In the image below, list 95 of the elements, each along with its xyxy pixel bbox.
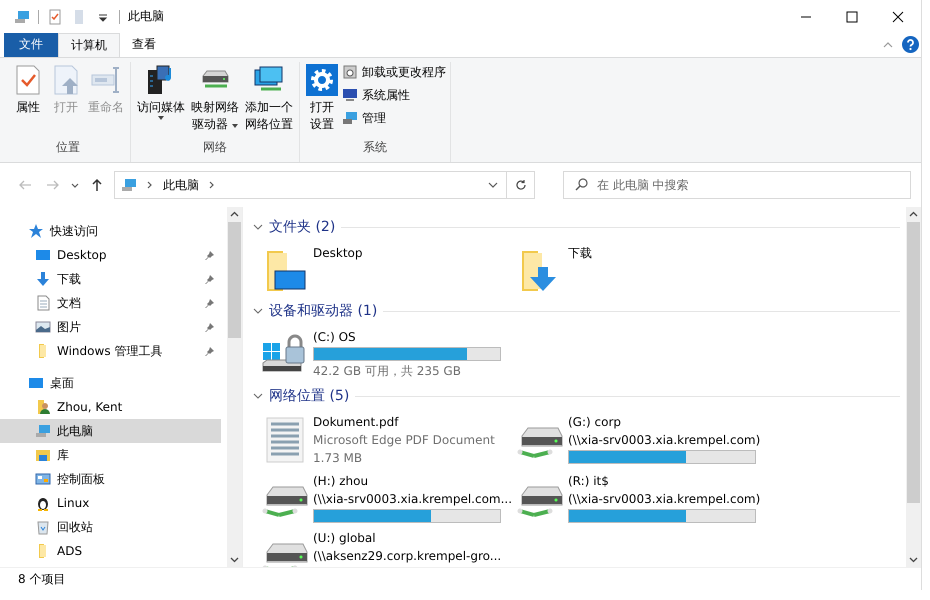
drive-path: (\\xia-srv0003.xia.krempel.com... (313, 491, 512, 508)
drive-name: (G:) corp (568, 414, 622, 432)
item-tile[interactable]: (H:) zhou (\\xia-srv0003.xia.krempel.com... (261, 471, 516, 524)
ribbon-command-button[interactable]: 添加一个 网络位置 (243, 62, 295, 135)
up-arrow-icon[interactable] (90, 178, 104, 192)
address-bar[interactable]: 此电脑 (114, 171, 507, 200)
computer-icon (121, 177, 137, 194)
nav-pane-item[interactable]: 控制面板 (0, 467, 221, 492)
item-tile[interactable]: Dokument.pdf Microsoft Edge PDF Document 1.73 MB (261, 412, 516, 468)
ribbon-tab[interactable]: 查看 (120, 33, 168, 57)
collapse-chevron-icon[interactable] (253, 391, 263, 402)
drive-free-space: 42.2 GB 可用，共 235 GB (313, 363, 462, 380)
ribbon-command-button[interactable]: 属性 (10, 62, 46, 135)
ribbon-command-button[interactable]: 访问媒体 (135, 62, 187, 135)
computer-icon (35, 423, 51, 440)
control-panel-icon (35, 471, 51, 488)
search-field[interactable]: 在 此电脑 中搜索 (563, 171, 911, 200)
checkmark-page-icon[interactable] (47, 8, 63, 24)
file-name: Dokument.pdf (313, 414, 400, 432)
folder-name: Desktop (313, 245, 362, 262)
documents-icon (35, 295, 51, 312)
user-icon (35, 399, 51, 416)
item-tile[interactable]: (U:) global (\\aksenz29.corp.krempel-gro... (261, 528, 516, 568)
section-header[interactable]: 网络位置 (5) (269, 387, 350, 406)
star-icon (28, 223, 44, 240)
program-box-icon (342, 64, 358, 80)
library-icon (35, 447, 51, 464)
nav-pane-item[interactable]: 图片 (0, 315, 221, 340)
file-size: 1.73 MB (313, 450, 364, 468)
file-type: Microsoft Edge PDF Document (313, 432, 495, 450)
ribbon-command-button[interactable]: 打开 设置 (304, 62, 340, 135)
ribbon-group-label: 系统 (362, 138, 388, 156)
pin-icon (205, 298, 215, 308)
nav-pane-item[interactable]: Linux (0, 491, 221, 516)
ribbon-small-command[interactable]: 管理 (342, 110, 446, 127)
pin-icon (205, 250, 215, 260)
nav-pane-item[interactable]: Desktop (0, 243, 221, 268)
close-icon[interactable] (892, 10, 904, 22)
maximize-icon[interactable] (846, 10, 858, 22)
ribbon-command-button[interactable]: 映射网络 驱动器 (189, 62, 241, 135)
ribbon-group-label: 网络 (202, 138, 228, 156)
refresh-icon (514, 179, 526, 192)
collapse-chevron-icon[interactable] (253, 306, 263, 316)
folder-name: 下载 (568, 245, 592, 262)
item-tile[interactable]: (G:) corp (\\xia-srv0003.xia.krempel.com) (516, 412, 771, 468)
drive-name: (R:) it$ (568, 473, 610, 490)
computer-monitor-icon (342, 87, 358, 104)
ribbon-small-command[interactable]: 卸载或更改程序 (342, 64, 446, 81)
item-tile[interactable]: (C:) OS 42.2 GB 可用，共 235 GB (261, 327, 516, 380)
nav-pane-item[interactable]: 此电脑 (0, 419, 221, 444)
breadcrumb-item[interactable]: 此电脑 (163, 176, 199, 194)
refresh-button[interactable] (507, 171, 535, 200)
item-tile[interactable]: 下载 (516, 243, 771, 296)
nav-pane-item[interactable]: 桌面 (0, 371, 221, 396)
window-title: 此电脑 (128, 8, 165, 25)
recycle-bin-icon (35, 519, 51, 536)
computer-icon[interactable] (14, 8, 30, 24)
pin-icon (205, 274, 215, 284)
pin-icon (205, 346, 215, 356)
pin-icon (205, 322, 215, 332)
nav-pane-item[interactable]: Windows 管理工具 (0, 339, 221, 364)
ribbon-tab[interactable]: 计算机 (58, 33, 120, 57)
pictures-icon (35, 319, 51, 336)
drive-path: (\\xia-srv0003.xia.krempel.com) (568, 432, 760, 450)
drive-name: (C:) OS (313, 329, 357, 346)
nav-pane-item[interactable]: 下载 (0, 267, 221, 292)
nav-pane-item[interactable]: 库 (0, 443, 221, 468)
nav-pane-item[interactable]: 文档 (0, 291, 221, 316)
nav-pane-item[interactable]: ADS (0, 539, 221, 564)
section-header[interactable]: 文件夹 (2) (269, 218, 336, 236)
item-tile[interactable]: (R:) it$ (\\xia-srv0003.xia.krempel.com) (516, 471, 771, 524)
ribbon-small-command[interactable]: 系统属性 (342, 86, 446, 104)
nav-pane-item[interactable]: 回收站 (0, 515, 221, 540)
nav-pane-item[interactable]: 快速访问 (0, 219, 221, 244)
file-menu-button[interactable]: 文件 (4, 33, 58, 57)
linux-icon (35, 495, 51, 512)
drive-path: (\\aksenz29.corp.krempel-gro... (313, 548, 502, 566)
drive-name: (H:) zhou (313, 473, 370, 490)
drive-path: (\\xia-srv0003.xia.krempel.com) (568, 491, 760, 508)
section-header[interactable]: 设备和驱动器 (1) (269, 302, 378, 320)
gear-icon (306, 64, 338, 96)
drive-name: (U:) global (313, 530, 377, 548)
item-count: 8 个项目 (18, 570, 66, 588)
collapse-chevron-icon[interactable] (253, 222, 263, 232)
scrollbar-thumb[interactable] (907, 222, 920, 503)
download-icon (35, 271, 51, 288)
search-icon (575, 178, 588, 192)
help-icon[interactable] (902, 36, 919, 54)
nav-pane-item[interactable]: Zhou, Kent (0, 395, 221, 420)
item-tile[interactable]: Desktop (261, 243, 516, 296)
collapse-ribbon-icon[interactable] (882, 40, 894, 49)
history-dropdown-icon[interactable] (488, 180, 498, 190)
ribbon-group-label: 位置 (55, 138, 81, 156)
scrollbar-thumb[interactable] (228, 222, 241, 338)
computer-icon (342, 110, 358, 126)
